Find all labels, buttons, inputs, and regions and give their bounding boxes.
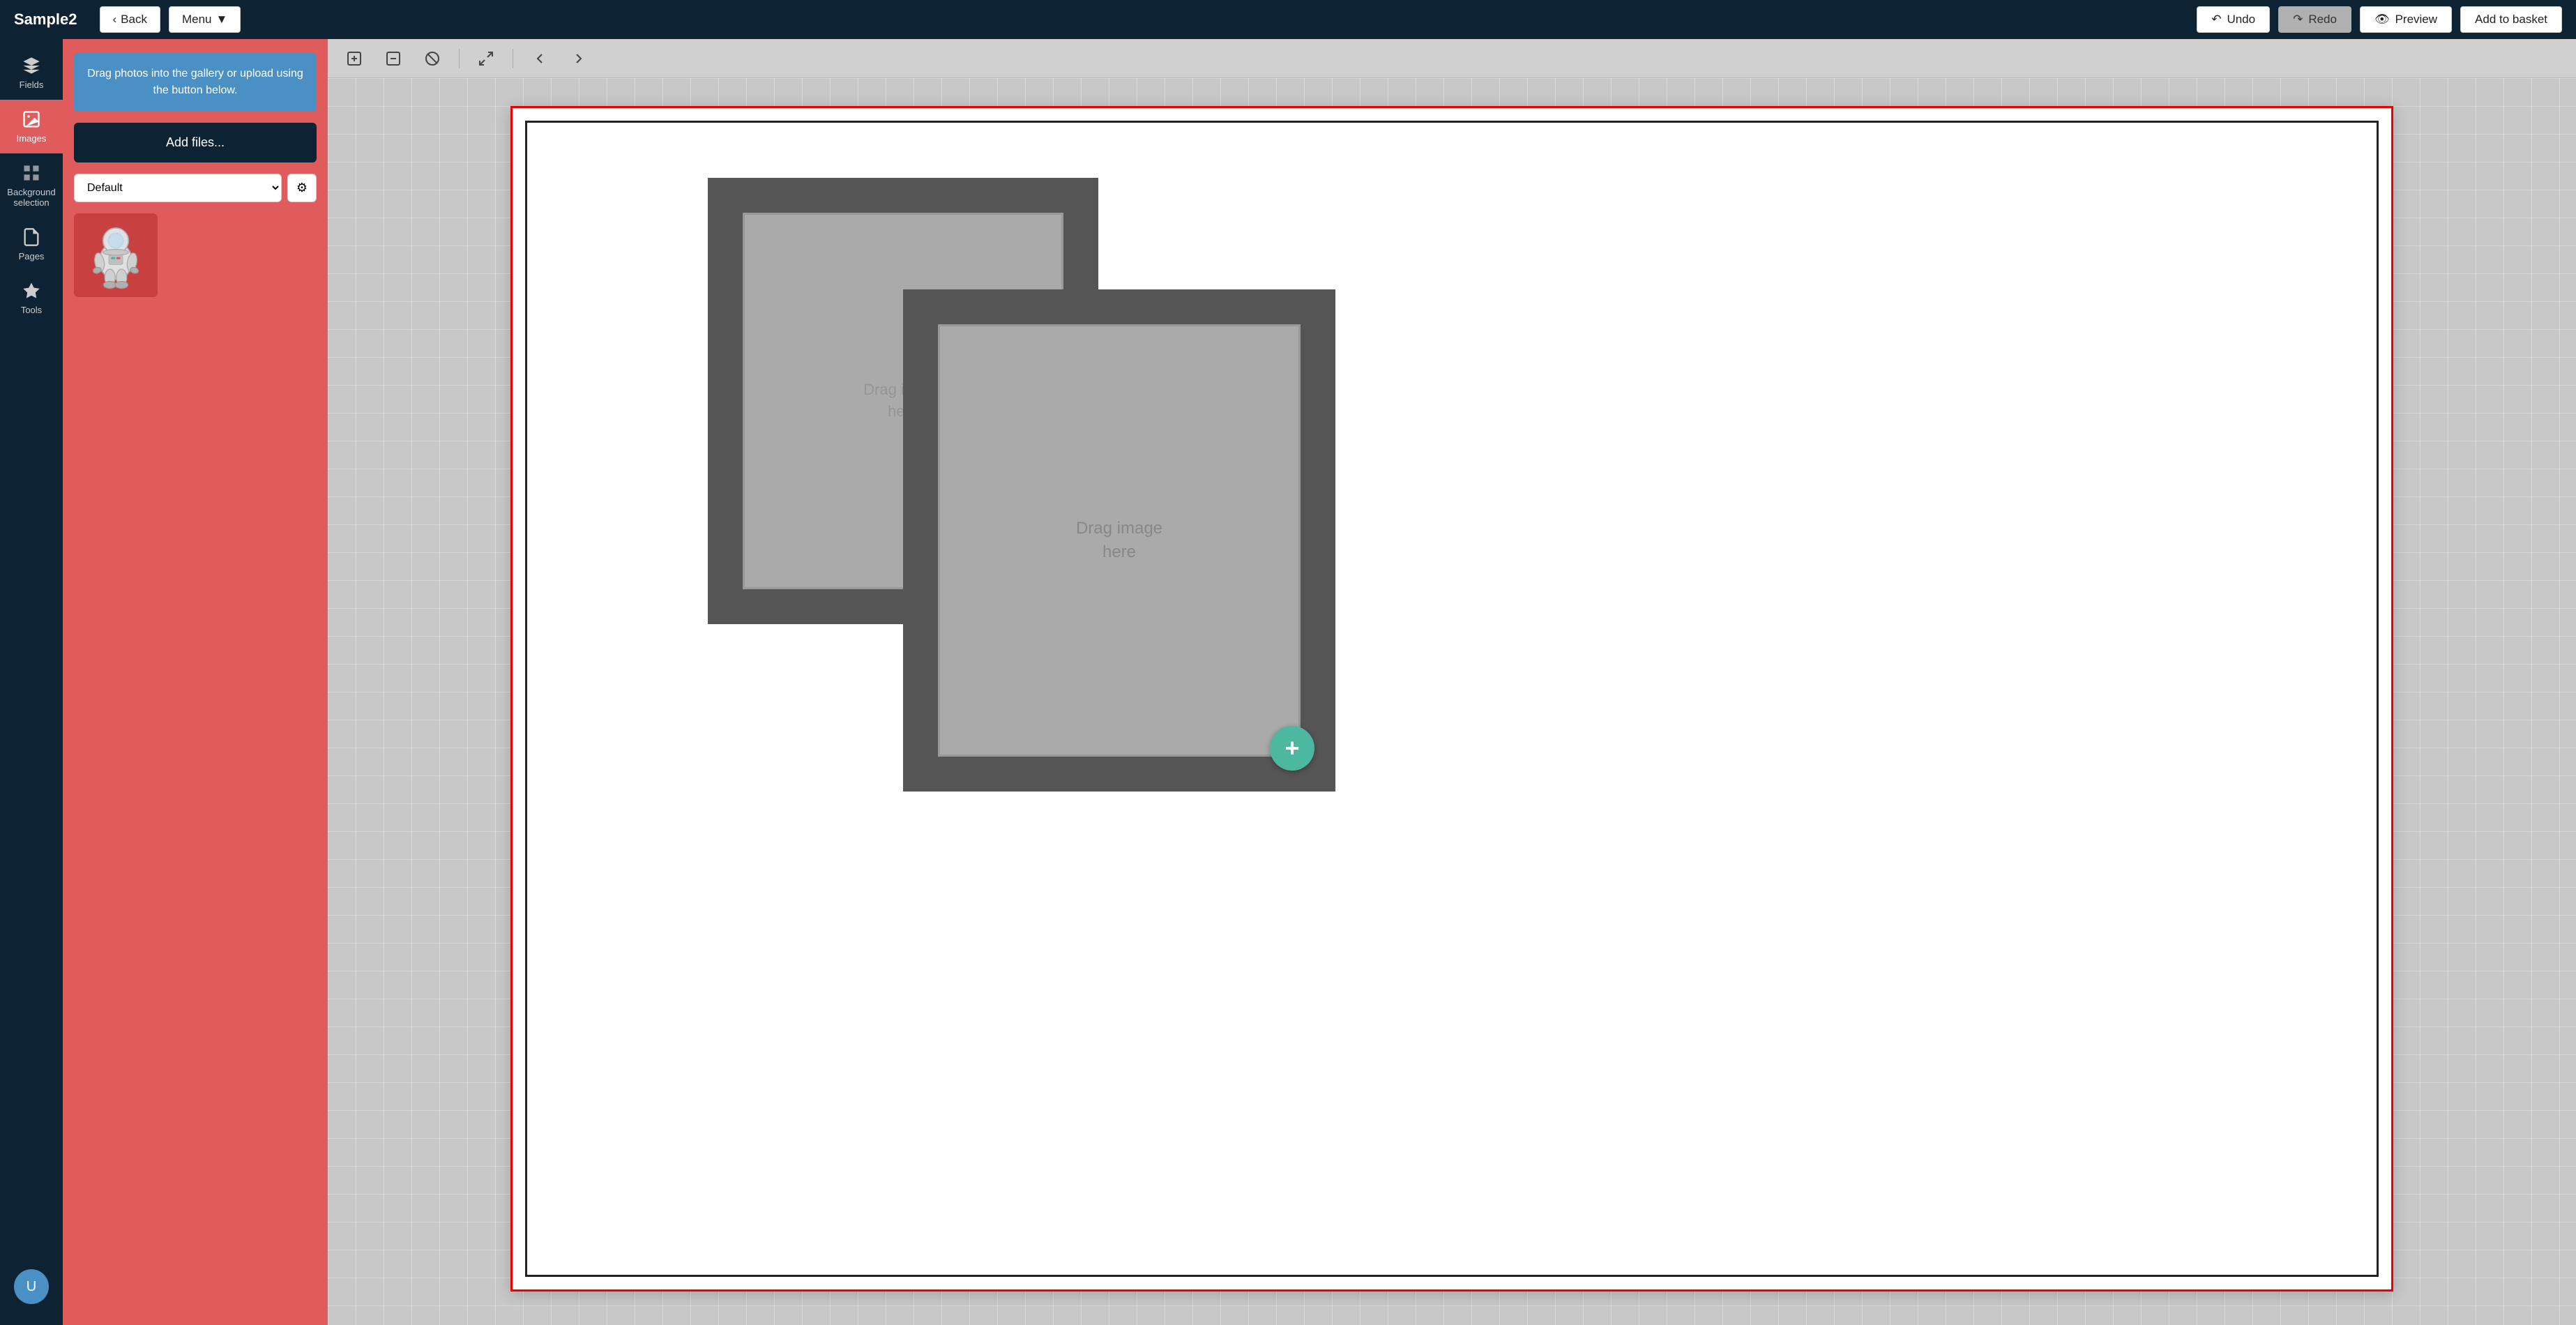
add-to-basket-button[interactable]: Add to basket <box>2460 6 2562 33</box>
user-avatar[interactable]: U <box>14 1269 49 1304</box>
back-arrow-icon: ‹ <box>113 13 117 26</box>
file-icon <box>22 227 41 247</box>
app-title: Sample2 <box>14 10 77 29</box>
sidebar-item-pages[interactable]: Pages <box>0 218 63 271</box>
menu-chevron-icon: ▼ <box>216 13 228 26</box>
background-label: Background selection <box>6 187 57 208</box>
canvas-page: Drag imagehere + Drag imagehere + <box>510 106 2393 1292</box>
undo-label: Undo <box>2227 13 2255 26</box>
astronaut-illustration <box>81 220 151 290</box>
arrow-left-icon <box>531 50 548 67</box>
fields-label: Fields <box>20 80 44 90</box>
preview-icon: 👁 <box>2374 13 2390 26</box>
main-area: Fields Images Background selection <box>0 39 2576 1325</box>
images-grid <box>74 213 317 297</box>
panel-info-text: Drag photos into the gallery or upload u… <box>87 68 303 96</box>
arrow-right-icon <box>570 50 587 67</box>
plus-square-icon <box>346 50 363 67</box>
menu-label: Menu <box>182 13 212 26</box>
expand-button[interactable] <box>473 46 499 71</box>
prev-page-button[interactable] <box>527 46 552 71</box>
photo-frame-2-inner: Drag imagehere <box>938 324 1301 757</box>
panel-select-row: Default ⚙ <box>74 174 317 202</box>
sidebar-item-background[interactable]: Background selection <box>0 153 63 218</box>
minus-square-icon <box>385 50 402 67</box>
back-label: Back <box>121 13 147 26</box>
add-files-label: Add files... <box>166 135 225 149</box>
add-files-button[interactable]: Add files... <box>74 123 317 162</box>
drag-image-text-2: Drag imagehere <box>1076 517 1162 563</box>
images-label: Images <box>17 133 47 144</box>
tools-label: Tools <box>21 305 42 315</box>
circle-slash-icon <box>424 50 441 67</box>
sidebar-bottom: U <box>14 1262 49 1325</box>
image-icon <box>22 109 41 129</box>
undo-button[interactable]: ↶ Undo <box>2197 6 2270 33</box>
canvas-toolbar <box>328 39 2576 78</box>
no-frame-button[interactable] <box>420 46 445 71</box>
sidebar-icons: Fields Images Background selection <box>0 39 63 1325</box>
photo-frame-2[interactable]: Drag imagehere + <box>903 289 1335 792</box>
canvas-area: Drag imagehere + Drag imagehere + <box>328 39 2576 1325</box>
add-image-plus-2[interactable]: + <box>1270 726 1314 771</box>
gallery-settings-button[interactable]: ⚙ <box>287 174 317 202</box>
split-frame-button[interactable] <box>381 46 406 71</box>
redo-label: Redo <box>2308 13 2337 26</box>
preview-button[interactable]: 👁 Preview <box>2360 6 2452 33</box>
panel-info-box: Drag photos into the gallery or upload u… <box>74 53 317 112</box>
preview-label: Preview <box>2395 13 2437 26</box>
next-page-button[interactable] <box>566 46 591 71</box>
basket-label: Add to basket <box>2475 13 2547 26</box>
sidebar-item-tools[interactable]: Tools <box>0 271 63 325</box>
redo-icon: ↷ <box>2293 13 2303 26</box>
canvas-viewport[interactable]: Drag imagehere + Drag imagehere + <box>328 78 2576 1325</box>
image-thumbnail-astronaut[interactable] <box>74 213 158 297</box>
star-icon <box>22 281 41 301</box>
sidebar-item-fields[interactable]: Fields <box>0 46 63 100</box>
top-nav: Sample2 ‹ Back Menu ▼ ↶ Undo ↷ Redo 👁 Pr… <box>0 0 2576 39</box>
gallery-select[interactable]: Default <box>74 174 282 202</box>
layers-icon <box>22 56 41 75</box>
toolbar-divider-1 <box>459 49 460 68</box>
images-panel: Drag photos into the gallery or upload u… <box>63 39 328 1325</box>
expand-icon <box>478 50 494 67</box>
menu-button[interactable]: Menu ▼ <box>169 6 241 33</box>
gear-icon: ⚙ <box>296 181 308 195</box>
grid-icon <box>22 163 41 183</box>
sidebar-item-images[interactable]: Images <box>0 100 63 153</box>
pages-label: Pages <box>19 251 45 262</box>
add-frame-button[interactable] <box>342 46 367 71</box>
back-button[interactable]: ‹ Back <box>100 6 160 33</box>
redo-button[interactable]: ↷ Redo <box>2278 6 2351 33</box>
undo-icon: ↶ <box>2211 13 2221 26</box>
